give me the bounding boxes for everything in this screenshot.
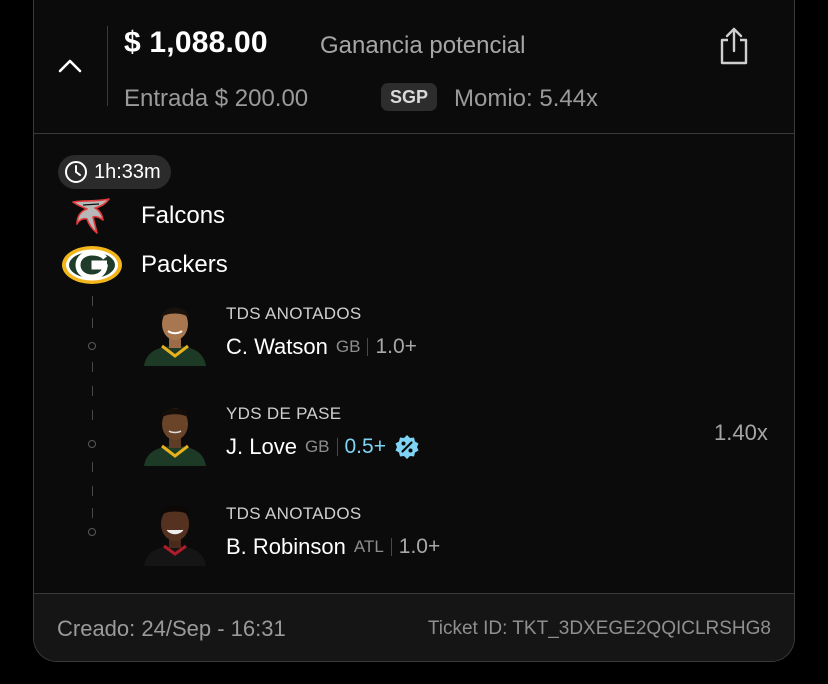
leg-market: TDS ANOTADOS [226, 304, 362, 323]
share-button[interactable] [714, 24, 754, 68]
team-name: Packers [141, 251, 228, 278]
team-name: Falcons [141, 202, 226, 229]
player-avatar [140, 296, 210, 366]
leg-selection: C. Watson GB 1.0+ [226, 334, 417, 360]
player-team: GB [304, 437, 330, 456]
team-row-falcons: Falcons [60, 196, 225, 236]
parlay-multiplier: 1.40x [714, 420, 768, 445]
leg-row[interactable]: TDS ANOTADOS B. Robinson ATL 1.0+ [140, 496, 700, 566]
header-separator [34, 133, 794, 134]
leg-value-boosted: 0.5+ [344, 435, 386, 458]
leg-market: YDS DE PASE [226, 404, 342, 423]
player-name: C. Watson [226, 334, 328, 359]
packers-logo-icon [60, 245, 124, 285]
bet-ticket-card: $ 1,088.00 Ganancia potencial Entrada $ … [33, 0, 795, 662]
player-team: ATL [353, 537, 384, 556]
entry-amount: Entrada $ 200.00 [124, 85, 309, 112]
leg-selection: J. Love GB 0.5+ [226, 434, 420, 460]
player-avatar [140, 396, 210, 466]
leg-value: 1.0+ [398, 535, 441, 558]
player-avatar [140, 496, 210, 566]
leg-value: 1.0+ [375, 335, 417, 358]
game-timer-badge: 1h:33m [58, 155, 171, 189]
legs-timeline [86, 296, 100, 536]
falcons-logo-icon [60, 196, 124, 236]
player-name: B. Robinson [226, 534, 346, 559]
header-divider [107, 26, 108, 106]
player-team: GB [335, 337, 361, 356]
boost-percent-icon [395, 435, 419, 459]
separator [336, 438, 338, 456]
sgp-badge: SGP [381, 83, 438, 111]
leg-market: TDS ANOTADOS [226, 504, 362, 523]
ticket-header: $ 1,088.00 Ganancia potencial Entrada $ … [34, 0, 794, 133]
potential-payout-label: Ganancia potencial [320, 32, 526, 59]
chevron-up-icon [58, 59, 82, 73]
timer-label: 1h:33m [94, 160, 161, 183]
ticket-footer: Creado: 24/Sep - 16:31 Ticket ID: TKT_3D… [34, 594, 794, 661]
share-icon [720, 27, 748, 65]
separator [367, 338, 369, 356]
player-name: J. Love [226, 434, 297, 459]
team-row-packers: Packers [60, 245, 228, 285]
ticket-id[interactable]: Ticket ID: TKT_3DXEGE2QQICLRSHG8 [428, 618, 771, 640]
leg-row[interactable]: TDS ANOTADOS C. Watson GB 1.0+ [140, 296, 700, 366]
separator [390, 538, 392, 556]
potential-payout-amount: $ 1,088.00 [124, 26, 268, 59]
leg-row[interactable]: YDS DE PASE J. Love GB 0.5+ [140, 396, 700, 466]
created-timestamp: Creado: 24/Sep - 16:31 [57, 616, 286, 641]
clock-icon [65, 161, 87, 183]
leg-selection: B. Robinson ATL 1.0+ [226, 534, 440, 560]
collapse-button[interactable] [50, 46, 90, 86]
odds-value: Momio: 5.44x [454, 85, 599, 112]
